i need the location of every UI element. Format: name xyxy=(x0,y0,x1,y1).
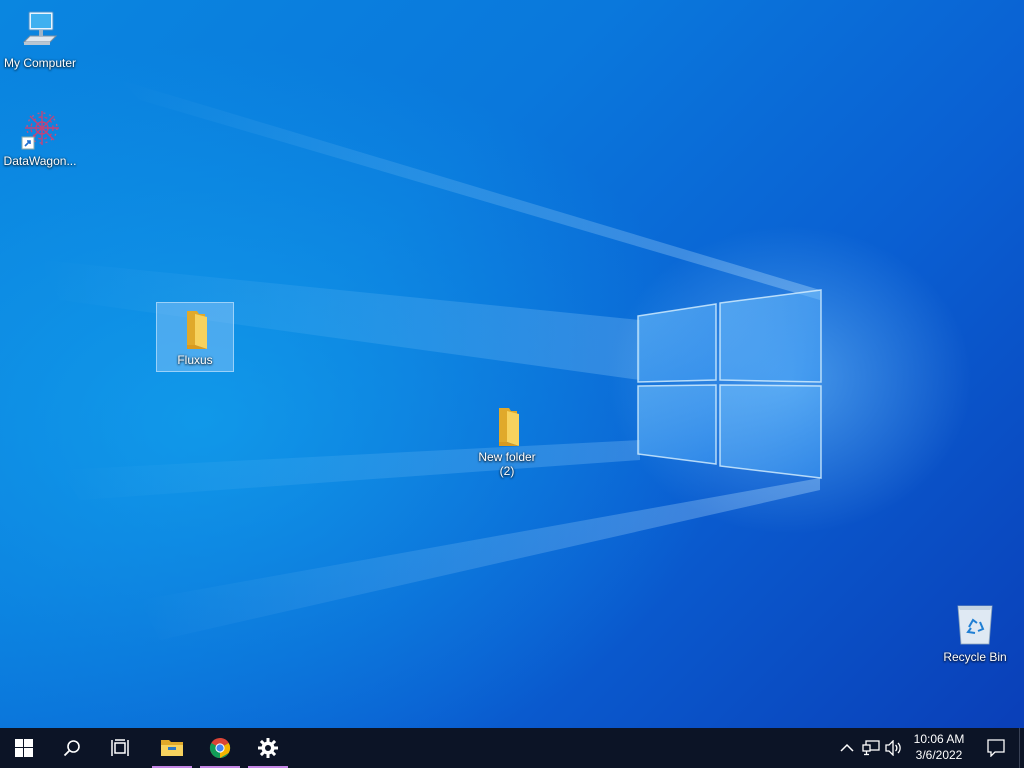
search-button[interactable] xyxy=(48,728,96,768)
clock-date: 3/6/2022 xyxy=(915,748,963,762)
datawagon-shortcut-icon xyxy=(21,111,59,150)
clock-time: 10:06 AM xyxy=(913,732,965,746)
folder-icon xyxy=(187,311,207,349)
chevron-up-icon xyxy=(840,743,854,752)
volume-icon xyxy=(885,740,901,756)
settings-icon xyxy=(258,738,278,758)
task-view-button[interactable] xyxy=(96,728,144,768)
desktop-icon-fluxus[interactable]: Fluxus xyxy=(156,302,234,372)
search-icon xyxy=(63,740,80,757)
show-desktop-button[interactable] xyxy=(1019,728,1024,768)
chrome-button[interactable] xyxy=(196,728,244,768)
taskbar-clock[interactable]: 10:06 AM 3/6/2022 xyxy=(905,731,973,763)
volume-button[interactable] xyxy=(884,738,904,758)
desktop-icon-label: DataWagon... xyxy=(3,154,77,168)
desktop-icon-new-folder-2[interactable]: New folder (2) xyxy=(467,402,547,478)
settings-button[interactable] xyxy=(244,728,292,768)
action-center-button[interactable] xyxy=(976,728,1016,768)
file-explorer-button[interactable] xyxy=(148,728,196,768)
desktop-icon-datawagon[interactable]: DataWagon... xyxy=(0,106,80,168)
desktop-icon-recycle-bin[interactable]: Recycle Bin xyxy=(935,602,1015,664)
start-icon xyxy=(15,739,33,757)
task-view-icon xyxy=(111,739,129,756)
desktop-icon-label: Recycle Bin xyxy=(943,650,1007,664)
desktop-icon-label: Fluxus xyxy=(177,353,213,367)
notification-icon xyxy=(987,739,1005,757)
desktop-icon-label: New folder (2) xyxy=(478,450,536,478)
network-icon xyxy=(862,740,880,756)
chrome-icon xyxy=(209,737,231,759)
desktop[interactable]: My Computer DataWagon... Fluxus New fold… xyxy=(0,0,1024,728)
windows-logo-wallpaper xyxy=(637,289,822,479)
show-hidden-icons-button[interactable] xyxy=(837,738,857,758)
desktop-icon-my-computer[interactable]: My Computer xyxy=(0,8,80,70)
file-explorer-icon xyxy=(161,740,183,756)
recycle-bin-icon xyxy=(957,605,993,645)
network-button[interactable] xyxy=(861,738,881,758)
taskbar: 10:06 AM 3/6/2022 xyxy=(0,728,1024,768)
desktop-icon-label: My Computer xyxy=(3,56,77,70)
folder-icon xyxy=(499,408,519,446)
start-button[interactable] xyxy=(0,728,48,768)
computer-icon xyxy=(22,11,58,45)
